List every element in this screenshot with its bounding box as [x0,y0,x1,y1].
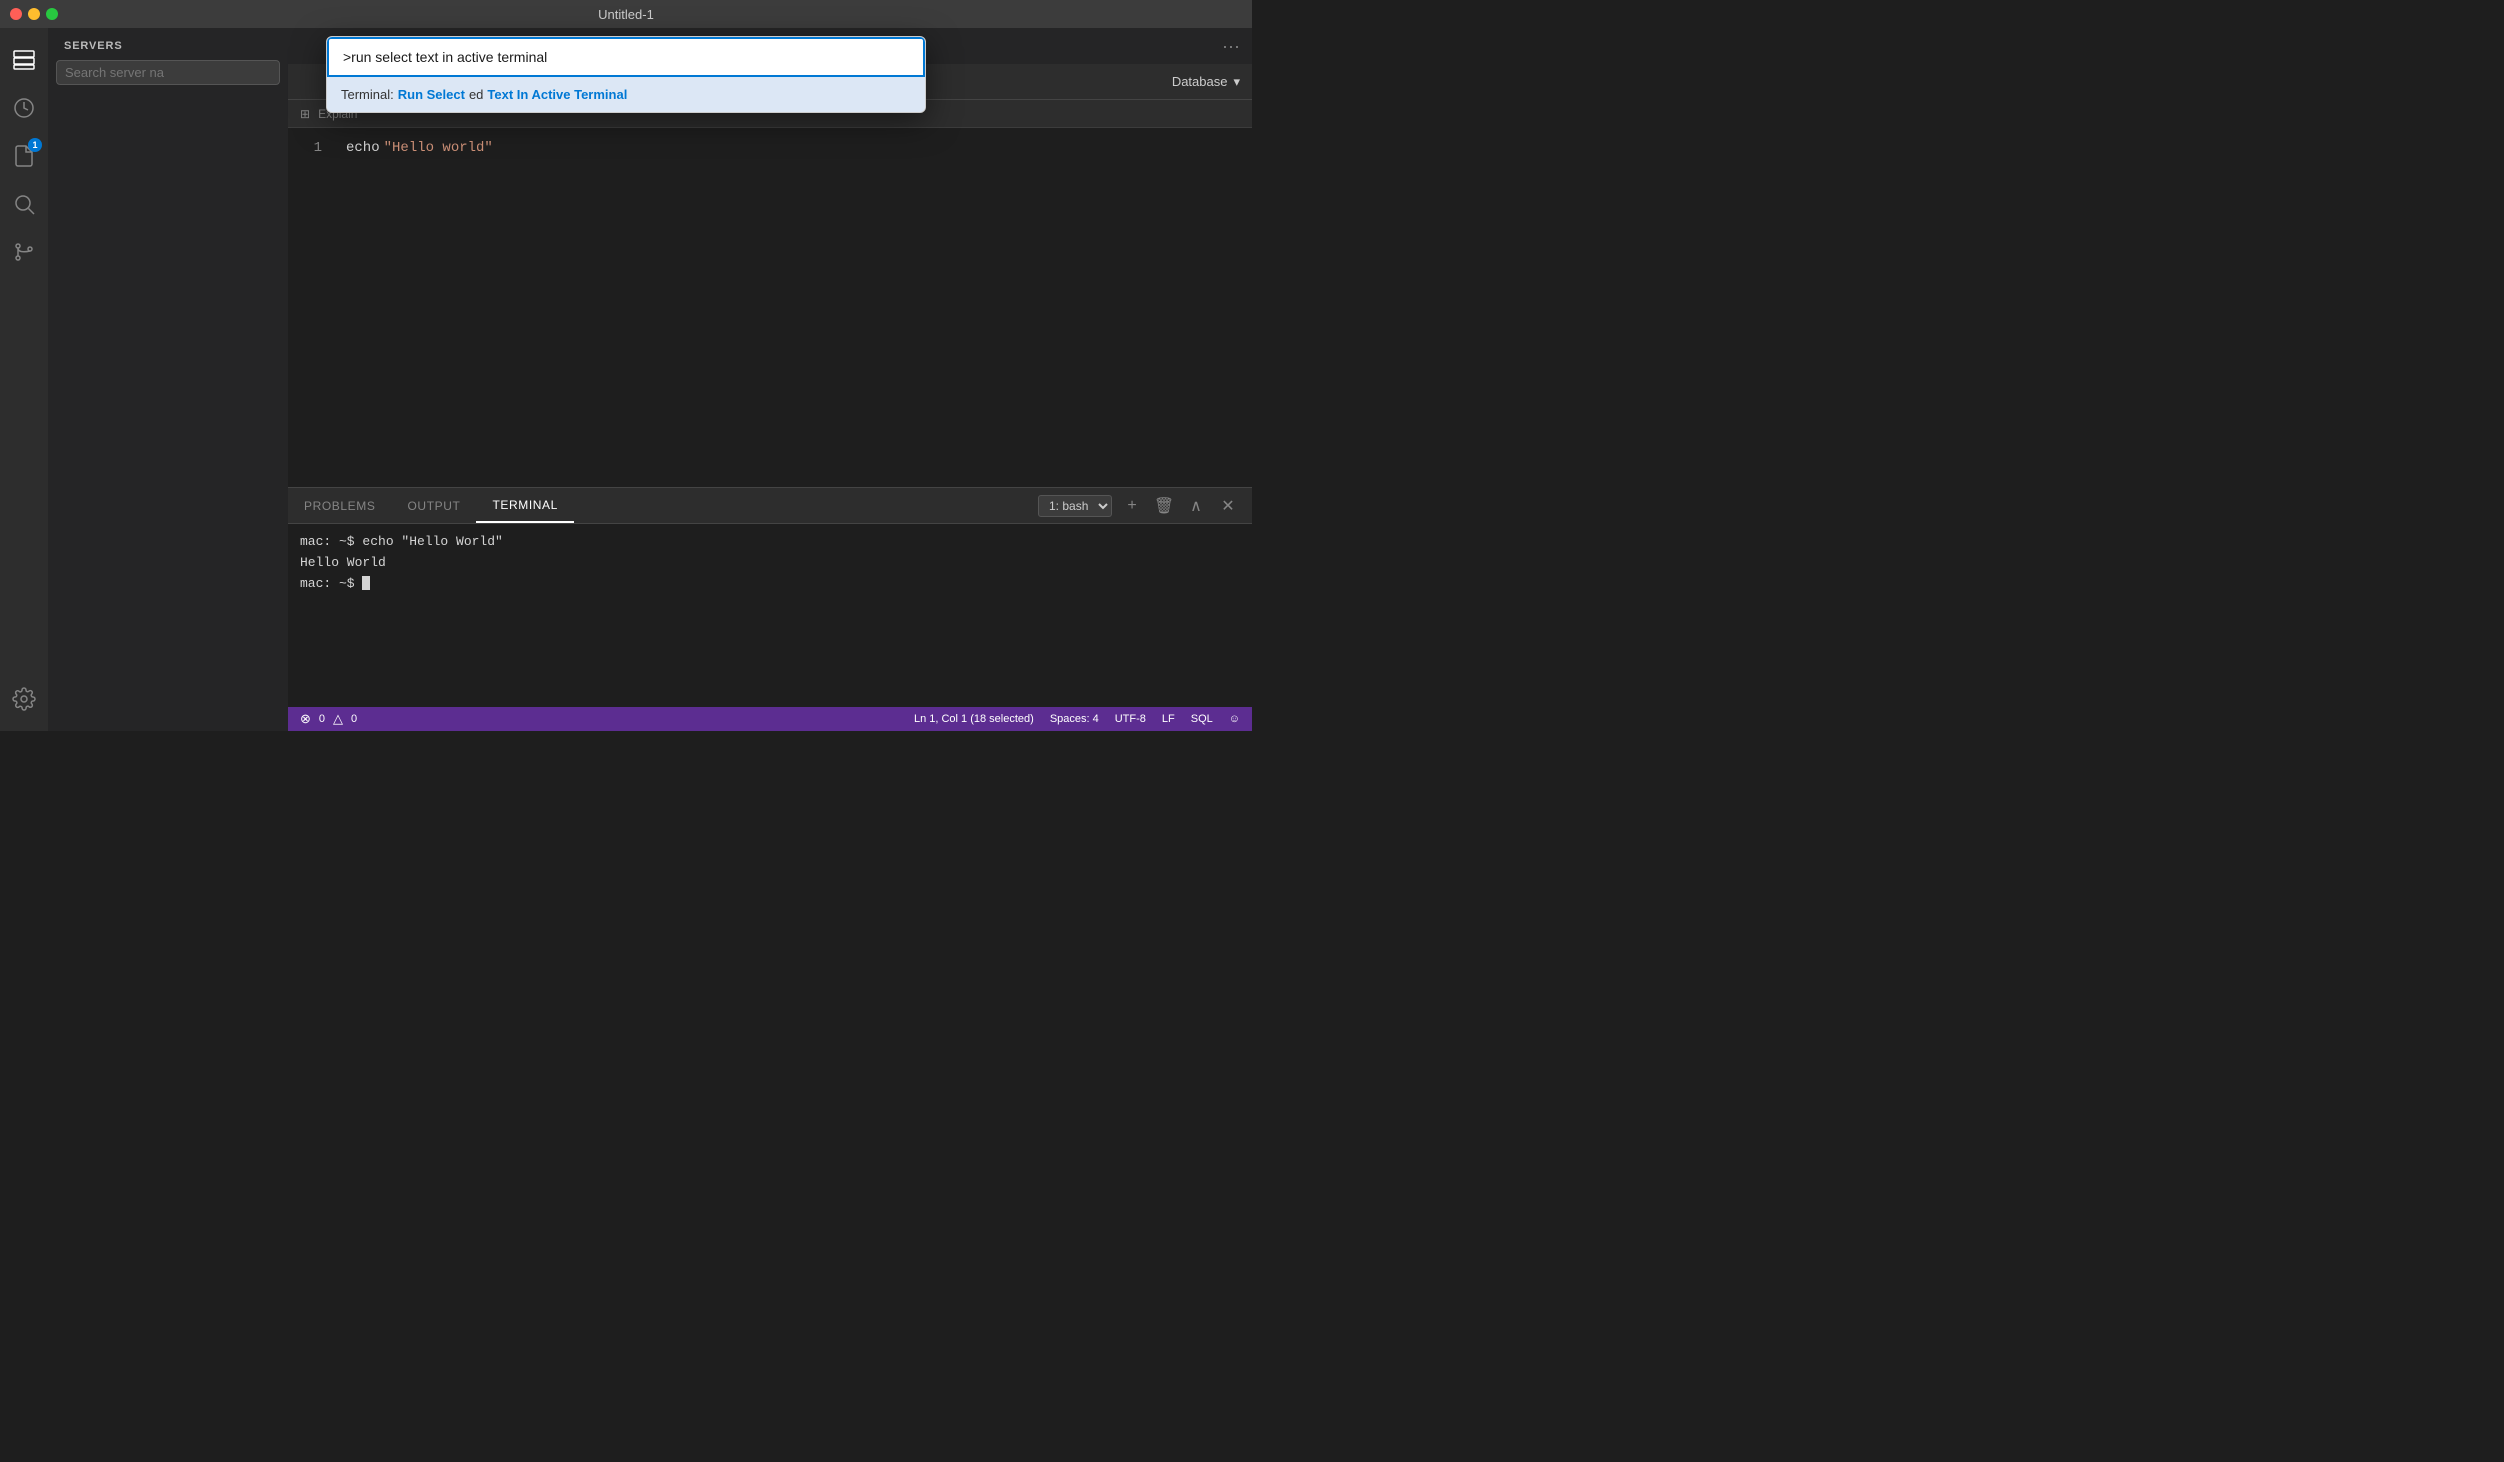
status-bar: ⊗ 0 △ 0 Ln 1, Col 1 (18 selected) Spaces… [288,707,1252,731]
window-title: Untitled-1 [598,7,654,22]
title-bar: Untitled-1 [0,0,1252,28]
terminal-tabs: PROBLEMS OUTPUT TERMINAL 1: bash + 🗑 ∧ ✕ [288,488,1252,524]
smiley-icon: ☺ [1229,713,1240,725]
code-content: echo "Hello world" [338,140,1252,475]
terminal-panel: PROBLEMS OUTPUT TERMINAL 1: bash + 🗑 ∧ ✕ [288,487,1252,707]
line-numbers: 1 [288,140,338,475]
line-ending[interactable]: LF [1162,713,1175,725]
activity-git[interactable] [0,228,48,276]
minimize-button[interactable] [28,8,40,20]
terminal-add-button[interactable]: + [1120,494,1144,518]
spaces-setting[interactable]: Spaces: 4 [1050,713,1099,725]
command-result-suffix: ed [469,87,483,102]
tab-terminal[interactable]: TERMINAL [476,488,573,523]
tab-output[interactable]: OUTPUT [392,488,477,523]
terminal-up-button[interactable]: ∧ [1184,494,1208,518]
command-result-prefix: Terminal: [341,87,394,102]
error-count: 0 [319,713,325,725]
tab-problems[interactable]: PROBLEMS [288,488,392,523]
warning-count: 0 [351,713,357,725]
terminal-line-2: Hello World [300,553,1240,574]
gear-icon [12,687,36,711]
cursor-position[interactable]: Ln 1, Col 1 (18 selected) [914,713,1034,725]
terminal-close-button[interactable]: ✕ [1216,494,1240,518]
terminal-content[interactable]: mac: ~$ echo "Hello World" Hello World m… [288,524,1252,707]
command-result-highlight2: Text In Active Terminal [487,87,627,102]
command-palette-result[interactable]: Terminal: Run Select ed Text In Active Te… [327,77,925,112]
error-icon: ⊗ [300,711,311,727]
command-palette-overlay: Terminal: Run Select ed Text In Active Te… [0,28,1252,113]
status-left: ⊗ 0 △ 0 [300,711,357,727]
terminal-line-1: mac: ~$ echo "Hello World" [300,532,1240,553]
language-mode[interactable]: SQL [1191,713,1213,725]
terminal-cursor [362,576,370,590]
code-echo: echo [346,140,380,156]
terminal-tab-right: 1: bash + 🗑 ∧ ✕ [1038,494,1252,518]
close-button[interactable] [10,8,22,20]
status-right: Ln 1, Col 1 (18 selected) Spaces: 4 UTF-… [914,713,1240,725]
terminal-line-3: mac: ~$ [300,574,1240,595]
warning-icon: △ [333,711,343,727]
git-icon [12,240,36,264]
traffic-lights [10,8,58,20]
terminal-selector[interactable]: 1: bash [1038,495,1112,517]
terminal-trash-button[interactable]: 🗑 [1152,494,1176,518]
activity-bar: 1 [0,28,48,731]
command-palette-input[interactable] [327,37,925,77]
files-badge: 1 [28,138,42,152]
app-container: 1 [0,28,1252,731]
editor-content[interactable]: 1 echo "Hello world" [288,128,1252,487]
maximize-button[interactable] [46,8,58,20]
activity-search[interactable] [0,180,48,228]
activity-files[interactable]: 1 [0,132,48,180]
sidebar: SERVERS [48,28,288,731]
code-string: "Hello world" [384,140,493,156]
code-line-1: echo "Hello world" [346,140,1252,156]
line-number-1: 1 [288,140,322,156]
main-area: ··· Database ▾ ⊞ Explain 1 echo "Hello w… [288,28,1252,731]
editor-area: ⊞ Explain 1 echo "Hello world" [288,100,1252,487]
command-result-highlight1: Run Select [398,87,465,102]
activity-settings[interactable] [0,675,48,723]
encoding[interactable]: UTF-8 [1115,713,1146,725]
search-icon [12,192,36,216]
command-palette: Terminal: Run Select ed Text In Active Te… [326,36,926,113]
